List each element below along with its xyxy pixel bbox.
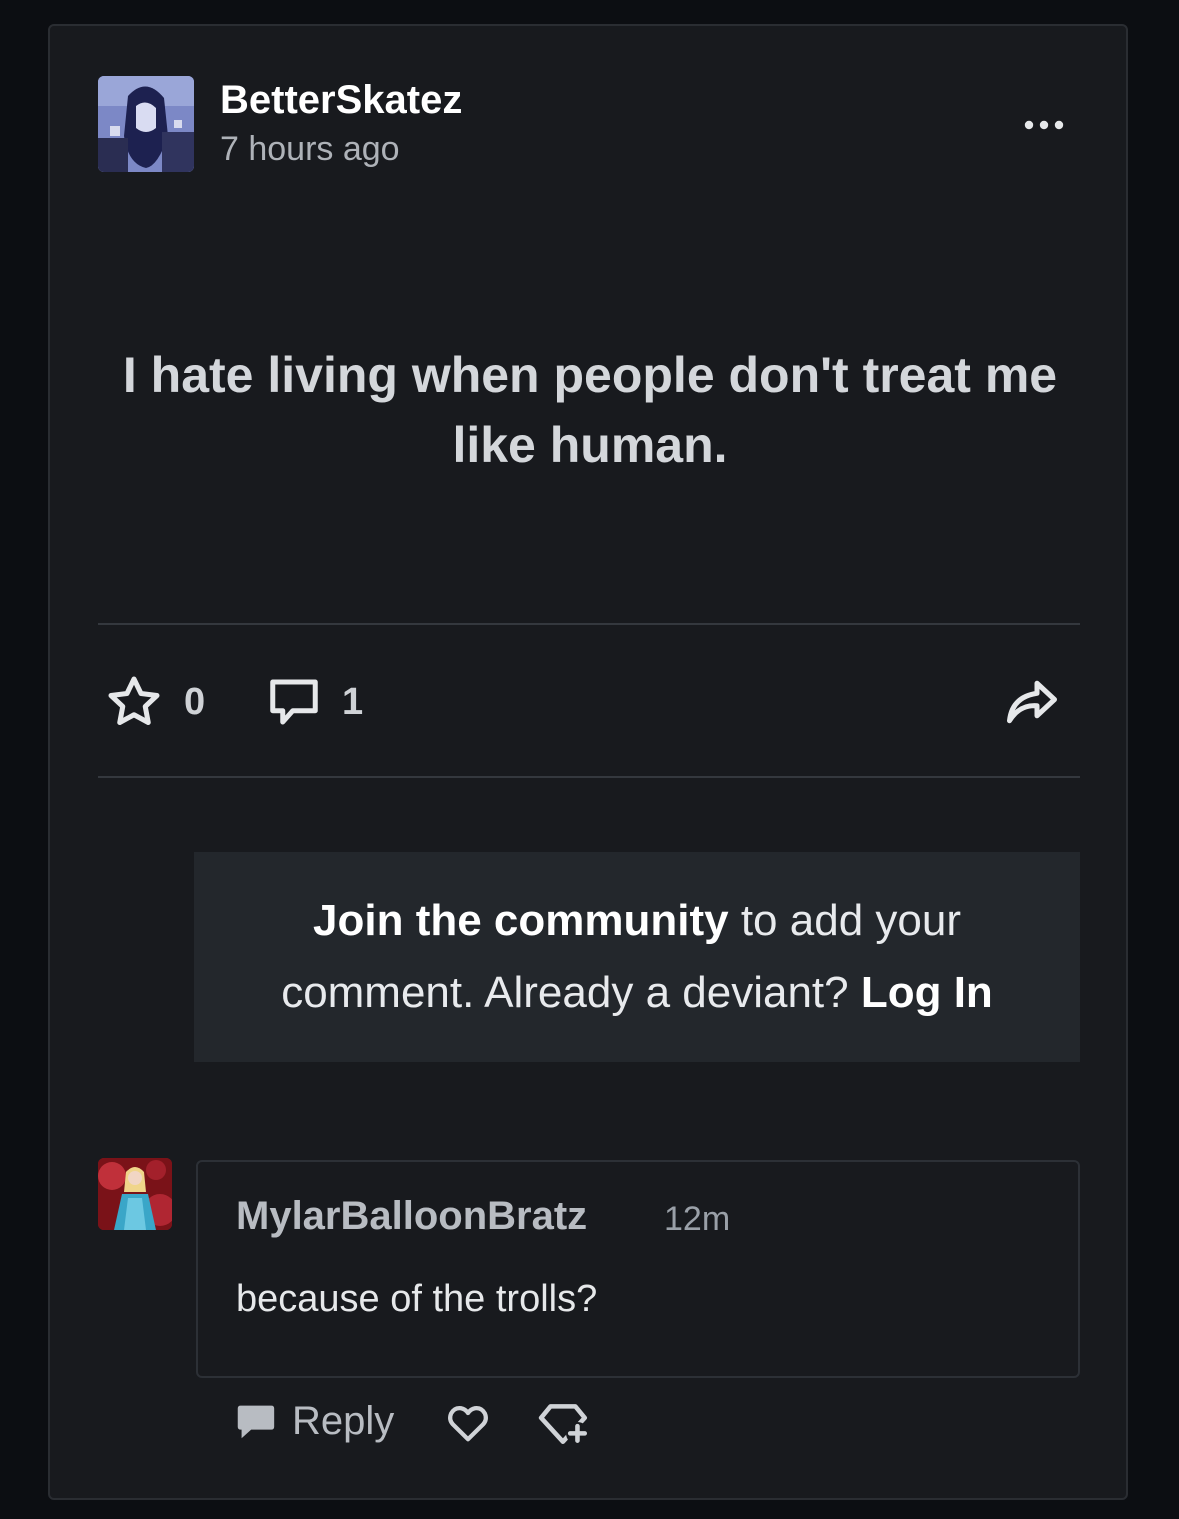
comment-timestamp[interactable]: 12m: [664, 1200, 730, 1239]
divider-top: [98, 623, 1080, 625]
author-avatar[interactable]: [98, 76, 194, 172]
comments-button[interactable]: 1: [264, 672, 363, 732]
author-username[interactable]: BetterSkatez: [220, 76, 462, 124]
commenter-username[interactable]: MylarBalloonBratz: [236, 1194, 587, 1239]
like-comment-button[interactable]: [444, 1400, 492, 1446]
comment-card: MylarBalloonBratz 12m because of the tro…: [196, 1160, 1080, 1378]
join-community-link[interactable]: Join the community: [313, 896, 729, 945]
reply-button[interactable]: Reply: [232, 1398, 394, 1444]
give-badge-button[interactable]: [538, 1398, 592, 1448]
commenter-avatar[interactable]: [98, 1158, 172, 1230]
favorites-count: 0: [184, 680, 206, 723]
share-button[interactable]: [1000, 672, 1064, 732]
join-community-prompt: Join the community to add your comment. …: [194, 852, 1080, 1062]
share-arrow-icon: [1007, 680, 1057, 724]
post-timestamp[interactable]: 7 hours ago: [220, 128, 400, 170]
status-text: I hate living when people don't treat me…: [122, 347, 1058, 473]
login-link[interactable]: Log In: [861, 968, 993, 1017]
comments-count: 1: [342, 680, 364, 723]
star-icon: [108, 676, 160, 725]
more-dots-icon: [1024, 120, 1064, 130]
comment-bubble-icon: [270, 679, 318, 725]
comment-text: because of the trolls?: [236, 1278, 598, 1320]
heart-icon: [448, 1406, 488, 1442]
reply-label: Reply: [292, 1398, 395, 1443]
reply-bubble-icon: [237, 1405, 275, 1439]
more-options-button[interactable]: [1018, 100, 1070, 150]
badge-plus-icon: [538, 1404, 589, 1445]
favorite-button[interactable]: 0: [104, 672, 205, 732]
divider-bottom: [98, 776, 1080, 778]
